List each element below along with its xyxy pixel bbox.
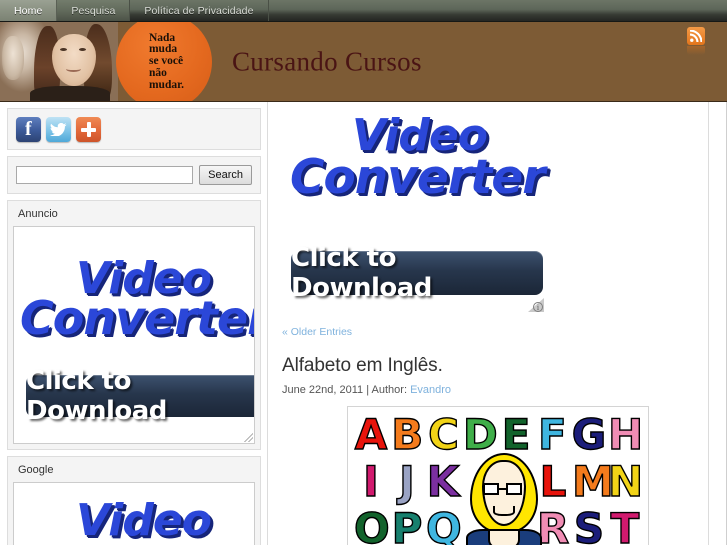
facebook-icon[interactable] <box>16 117 41 142</box>
sidebar-ad-download-button[interactable]: Click to Download <box>26 366 254 426</box>
main-content: Video Converter Click to Download i « Ol… <box>268 102 727 545</box>
post-author-link[interactable]: Evandro <box>410 384 451 396</box>
post-title: Alfabeto em Inglês. <box>282 355 443 376</box>
alphabet-letter: A <box>354 409 388 459</box>
main-ad-download-button[interactable]: Click to Download <box>291 243 543 303</box>
alphabet-letter: D <box>462 409 498 459</box>
sidebar: Search Anuncio Video Converter Click to … <box>0 102 268 545</box>
top-navigation: Home Pesquisa Política de Privacidade <box>0 0 727 22</box>
alphabet-letter: Q <box>425 503 462 545</box>
rss-icon[interactable] <box>687 27 705 45</box>
social-links-widget <box>7 108 261 150</box>
widget-google-title: Google <box>8 457 260 482</box>
banner-slogan-circle: Nada muda se você não mudar. <box>116 22 212 101</box>
banner-photo <box>0 22 118 101</box>
main-ad-word-converter: Converter <box>290 150 545 205</box>
browser-page: Home Pesquisa Política de Privacidade Na… <box>0 0 727 545</box>
alphabet-letter: J <box>398 456 415 506</box>
site-header-banner: Nada muda se você não mudar. Cursando Cu… <box>0 22 727 102</box>
post-alphabet-image: ABCDEFGHIJKLMNOPQRST <box>347 406 649 545</box>
banner-slogan-text: Nada muda se você não mudar. <box>148 31 185 91</box>
alphabet-letter: B <box>391 409 424 459</box>
older-entries-link[interactable]: « Older Entries <box>282 326 713 338</box>
nav-item-home[interactable]: Home <box>0 0 58 21</box>
alphabet-letter: G <box>571 409 607 459</box>
post-author-label: Author: <box>371 384 407 396</box>
alphabet-letter: P <box>391 503 423 545</box>
widget-google: Google Video <box>7 456 261 545</box>
post-meta-separator: | <box>366 384 370 396</box>
site-title: Cursando Cursos <box>232 46 422 76</box>
sidebar-ad-resize-grip[interactable] <box>244 433 253 442</box>
alphabet-letter: S <box>573 503 605 545</box>
alphabet-row: ABCDEFGH <box>354 409 644 459</box>
content-right-rule <box>708 102 709 545</box>
alphabet-letter: N <box>607 456 644 506</box>
alphabet-letter: F <box>537 409 567 459</box>
google-ad-word-video: Video <box>76 495 212 545</box>
teacher-character-illustration <box>466 453 542 545</box>
alphabet-letter: E <box>501 409 531 459</box>
nav-item-pesquisa-label: Pesquisa <box>71 4 116 17</box>
alphabet-letter: M <box>571 456 614 506</box>
alphabet-letter: O <box>353 503 390 545</box>
alphabet-letter: K <box>426 456 460 506</box>
sidebar-google-ad-frame[interactable]: Video <box>13 482 255 545</box>
share-plus-icon[interactable] <box>76 117 101 142</box>
alphabet-letter: C <box>427 409 459 459</box>
main-ad-banner[interactable]: Video Converter Click to Download i <box>282 106 713 324</box>
search-button[interactable]: Search <box>199 165 252 185</box>
nav-item-pesquisa[interactable]: Pesquisa <box>57 0 131 21</box>
nav-item-politica-label: Política de Privacidade <box>144 4 254 17</box>
sidebar-ad-word-converter: Converter <box>20 291 255 345</box>
alphabet-letter: H <box>607 409 644 459</box>
widget-anuncio: Anuncio Video Converter Click to Downloa… <box>7 200 261 450</box>
page-body: Search Anuncio Video Converter Click to … <box>0 102 727 545</box>
widget-anuncio-title: Anuncio <box>8 201 260 226</box>
adchoices-icon[interactable]: i <box>528 298 544 312</box>
search-widget: Search <box>7 156 261 194</box>
nav-item-home-label: Home <box>14 4 43 17</box>
twitter-icon[interactable] <box>46 117 71 142</box>
adchoices-info-glyph: i <box>533 302 543 312</box>
post-meta: June 22nd, 2011 | Author: Evandro <box>282 384 713 396</box>
search-input[interactable] <box>16 166 194 184</box>
sidebar-ad-frame[interactable]: Video Converter Click to Download <box>13 226 255 444</box>
alphabet-letter: I <box>362 456 379 506</box>
post-date: June 22nd, 2011 <box>282 384 364 396</box>
nav-item-politica-privacidade[interactable]: Política de Privacidade <box>130 0 269 21</box>
rss-icon-reflection <box>687 46 705 55</box>
alphabet-letter: T <box>610 503 640 545</box>
